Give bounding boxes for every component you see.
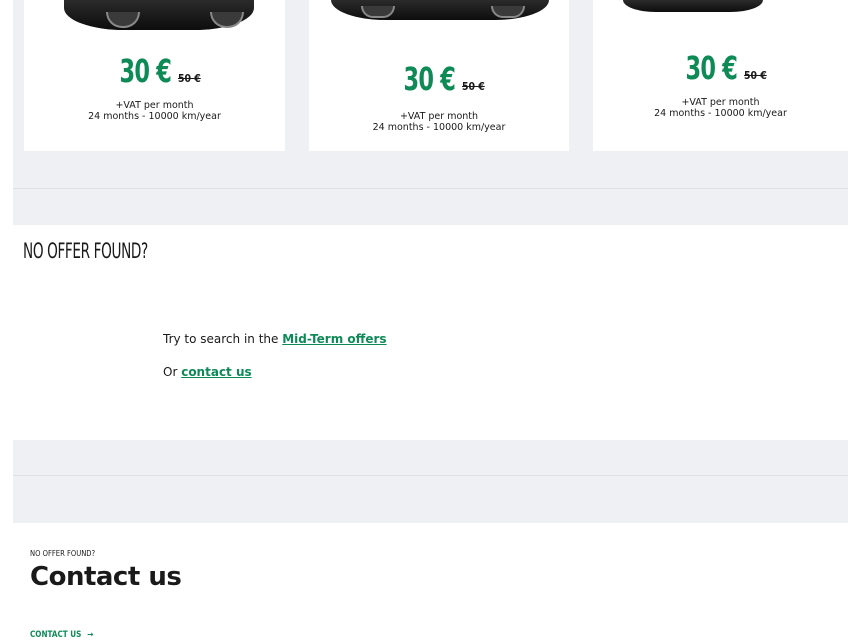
mid-term-offers-link[interactable]: Mid-Term offers	[282, 332, 386, 346]
offer-card[interactable]: 30 € 50 € +VAT per month 24 months - 100…	[309, 0, 569, 151]
section-divider	[13, 188, 848, 189]
price-row: 30 € 50 €	[24, 52, 285, 90]
terms-vat: +VAT per month	[115, 100, 194, 111]
price: 30 €	[119, 52, 171, 90]
terms-duration: 24 months - 10000 km/year	[88, 111, 221, 122]
price-row: 30 € 50 €	[593, 49, 848, 87]
car-image	[331, 0, 549, 20]
section-divider	[13, 475, 848, 476]
terms-vat: +VAT per month	[399, 111, 479, 122]
price: 30 €	[403, 60, 456, 98]
price: 30 €	[685, 49, 737, 87]
car-image	[623, 0, 763, 12]
search-suggestion: Try to search in the Mid-Term offers	[163, 332, 387, 346]
contact-suggestion: Or contact us	[163, 365, 252, 379]
offer-terms: +VAT per month 24 months - 10000 km/year	[309, 111, 569, 133]
terms-vat: +VAT per month	[681, 97, 760, 108]
wheel-icon	[210, 12, 244, 28]
contact-us-link[interactable]: contact us	[181, 365, 251, 379]
contact-kicker: NO OFFER FOUND?	[30, 549, 96, 558]
old-price: 50 €	[743, 69, 767, 82]
offer-card[interactable]: 30 € 50 € +VAT per month 24 months - 100…	[24, 0, 285, 151]
search-prefix: Try to search in the	[163, 332, 283, 346]
offer-terms: +VAT per month 24 months - 10000 km/year	[24, 100, 285, 122]
car-image	[64, 0, 254, 30]
wheel-icon	[106, 12, 140, 28]
spacer-band	[13, 440, 848, 523]
terms-duration: 24 months - 10000 km/year	[654, 108, 787, 119]
offer-terms: +VAT per month 24 months - 10000 km/year	[593, 97, 848, 119]
price-row: 30 € 50 €	[309, 60, 569, 98]
terms-duration: 24 months - 10000 km/year	[372, 122, 506, 133]
contact-title: Contact us	[30, 562, 182, 592]
contact-prefix: Or	[163, 365, 182, 379]
contact-us-label: CONTACT US	[30, 630, 82, 640]
old-price: 50 €	[462, 80, 485, 93]
old-price: 50 €	[177, 72, 201, 85]
wheel-icon	[361, 6, 395, 18]
wheel-icon	[491, 6, 525, 18]
offer-card[interactable]: 30 € 50 € +VAT per month 24 months - 100…	[593, 0, 848, 151]
no-offer-title: NO OFFER FOUND?	[23, 239, 148, 263]
arrow-right-icon: →	[87, 630, 94, 640]
contact-us-button[interactable]: CONTACT US →	[30, 630, 93, 640]
